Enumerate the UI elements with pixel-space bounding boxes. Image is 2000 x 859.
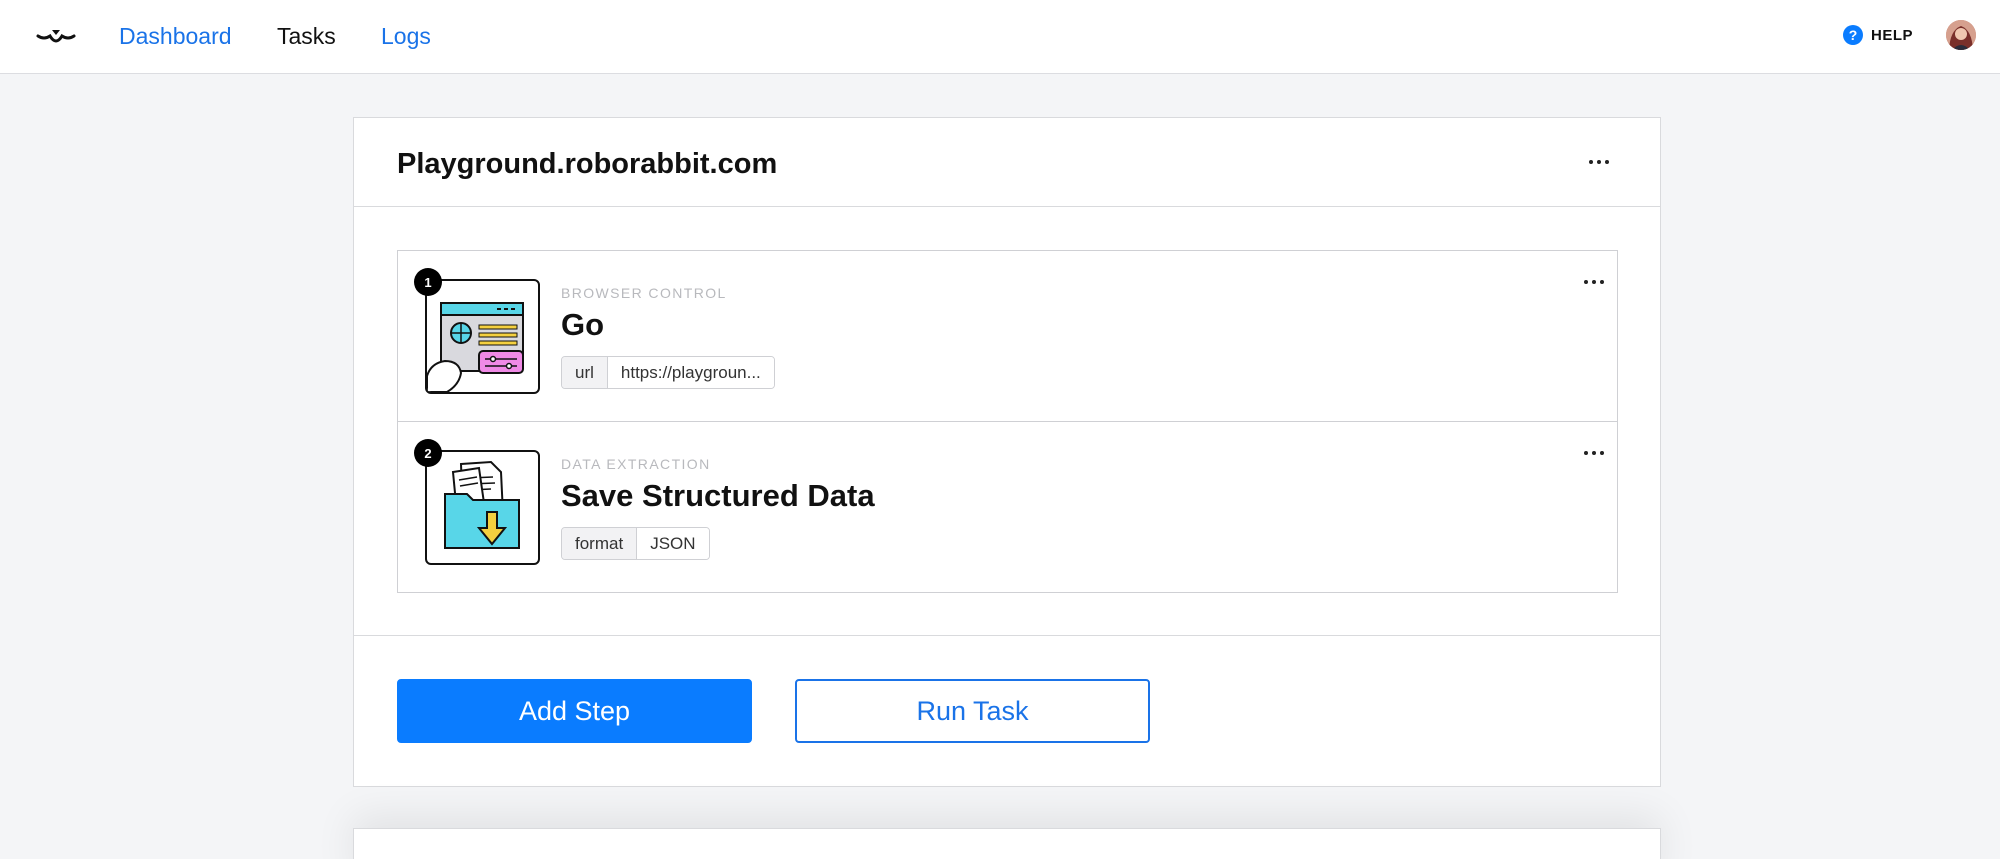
step-name: Go: [561, 307, 605, 342]
step-parameter[interactable]: url https://playgroun...: [561, 356, 775, 389]
step-number-badge: 1: [414, 268, 442, 296]
step-category: DATA EXTRACTION: [561, 456, 711, 472]
run-task-button[interactable]: Run Task: [795, 679, 1150, 743]
step-list: 1 BROWSER CONTROL Go url https://playgro…: [397, 250, 1618, 593]
parameter-key: url: [562, 357, 608, 388]
task-more-options-icon[interactable]: [1584, 152, 1614, 172]
task-card-header: Playground.roborabbit.com: [354, 118, 1660, 207]
step-item[interactable]: 1 BROWSER CONTROL Go url https://playgro…: [398, 251, 1617, 422]
add-step-button[interactable]: Add Step: [397, 679, 752, 743]
nav-link-tasks[interactable]: Tasks: [277, 22, 336, 50]
nav-link-logs[interactable]: Logs: [381, 22, 431, 50]
step-parameter[interactable]: format JSON: [561, 527, 710, 560]
parameter-value: JSON: [637, 528, 709, 559]
task-title: Playground.roborabbit.com: [397, 148, 778, 180]
next-card-preview: [353, 828, 1661, 859]
divider: [354, 635, 1660, 636]
help-button[interactable]: ? HELP: [1843, 23, 1913, 47]
browser-window-icon: [425, 279, 540, 394]
step-more-options-icon[interactable]: [1579, 443, 1609, 463]
step-item[interactable]: 2 DATA EXTRACTION Save Structured Data f…: [398, 422, 1617, 593]
step-name: Save Structured Data: [561, 478, 875, 513]
top-navigation-bar: Dashboard Tasks Logs ? HELP: [0, 0, 2000, 74]
question-circle-icon: ?: [1843, 25, 1863, 45]
step-category: BROWSER CONTROL: [561, 285, 727, 301]
parameter-key: format: [562, 528, 638, 559]
task-card: Playground.roborabbit.com 1 BROWSER CONT…: [353, 117, 1661, 787]
step-number-badge: 2: [414, 439, 442, 467]
user-avatar[interactable]: [1946, 20, 1976, 50]
help-label: HELP: [1871, 26, 1914, 44]
parameter-value: https://playgroun...: [607, 357, 774, 388]
folder-download-icon: [425, 450, 540, 565]
step-more-options-icon[interactable]: [1579, 272, 1609, 292]
nav-link-dashboard[interactable]: Dashboard: [119, 22, 232, 50]
rabbit-logo-icon[interactable]: [36, 22, 76, 50]
